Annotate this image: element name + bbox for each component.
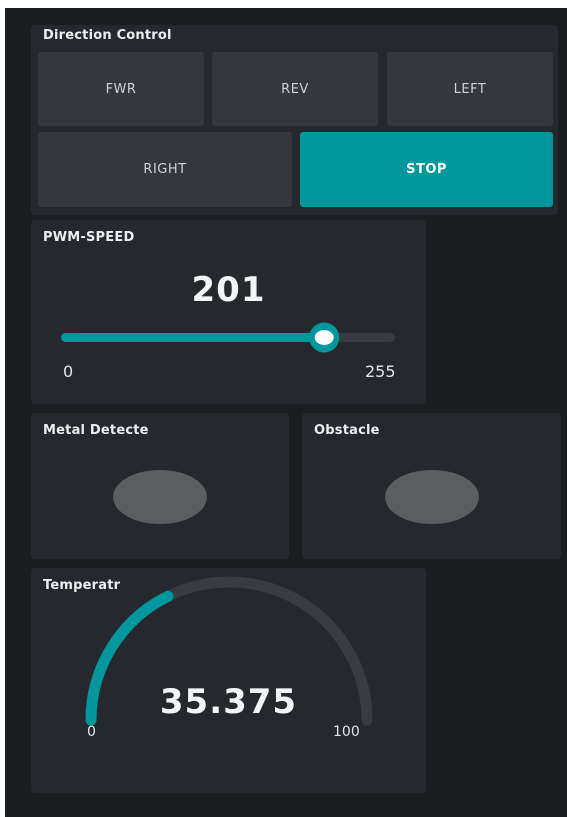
dashboard-screen: Direction Control FWR REV LEFT RIGHT STO… (5, 8, 567, 817)
temperature-max-label: 100 (333, 724, 360, 740)
right-button[interactable]: RIGHT (38, 132, 292, 207)
slider-thumb[interactable] (314, 330, 334, 345)
obstacle-card: Obstacle (302, 413, 561, 559)
temperature-gauge (85, 576, 373, 726)
pwm-max-label: 255 (365, 362, 396, 381)
pwm-min-label: 0 (63, 362, 74, 381)
slider-fill (61, 333, 325, 342)
left-button[interactable]: LEFT (387, 52, 553, 126)
obstacle-indicator (385, 470, 479, 524)
stop-button[interactable]: STOP (300, 132, 553, 207)
pwm-speed-value: 201 (191, 270, 266, 310)
temperature-card: Temperatr 35.375 0 100 (31, 568, 426, 793)
metal-detect-title: Metal Detecte (43, 423, 149, 438)
rev-button[interactable]: REV (212, 52, 378, 126)
fwr-button[interactable]: FWR (38, 52, 204, 126)
pwm-speed-card: PWM-SPEED 201 0 255 (31, 220, 426, 404)
pwm-speed-title: PWM-SPEED (43, 230, 135, 245)
metal-detect-indicator (113, 470, 207, 524)
metal-detect-card: Metal Detecte (31, 413, 289, 559)
temperature-value: 35.375 (159, 682, 298, 722)
obstacle-title: Obstacle (314, 423, 380, 438)
temperature-min-label: 0 (87, 724, 96, 740)
pwm-speed-slider[interactable] (31, 317, 426, 357)
direction-control-title: Direction Control (43, 28, 172, 43)
